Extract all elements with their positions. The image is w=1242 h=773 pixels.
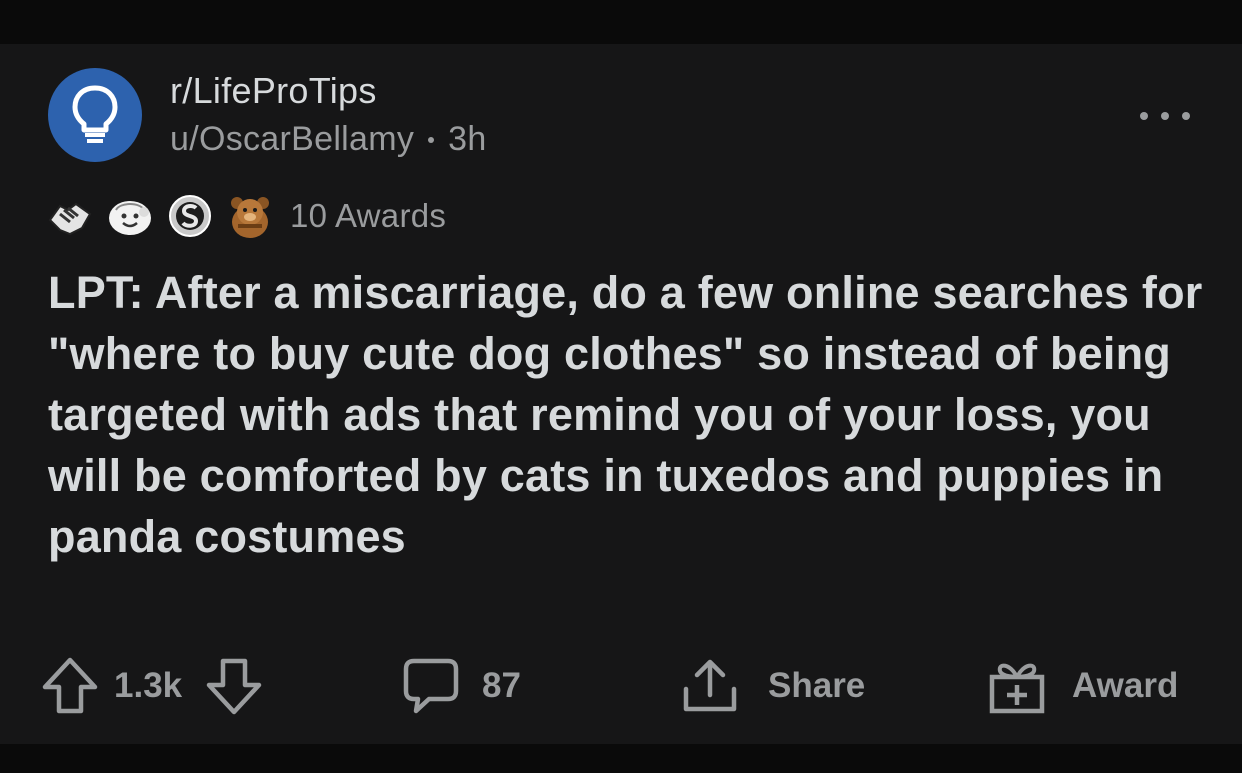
subreddit-avatar[interactable] [48,68,142,162]
share-button[interactable]: Share [680,644,865,728]
vote-bar: 1.3k [40,644,264,728]
comment-bubble-icon [403,658,459,714]
awards-row[interactable]: 10 Awards [46,190,446,242]
wholesome-award-icon [109,201,151,235]
comments-button[interactable]: 87 [402,644,521,728]
lightbulb-icon [72,85,118,143]
upvote-arrow-icon[interactable] [40,655,100,717]
separator-dot [428,136,435,143]
subreddit-name[interactable]: r/LifeProTips [170,70,377,112]
share-icon [683,659,737,712]
comment-count: 87 [482,666,521,705]
handshake-award-icon [48,202,92,236]
post-title[interactable]: LPT: After a miscarriage, do a few onlin… [48,262,1208,567]
silver-award-icon [169,195,211,237]
vote-count: 1.3k [114,666,183,705]
bear-award-icon [231,197,269,238]
award-button[interactable]: Award [988,644,1178,728]
author-name[interactable]: u/OscarBellamy [170,120,414,159]
downvote-arrow-icon[interactable] [204,655,264,717]
page: r/LifeProTips u/OscarBellamy 3h 10 Award… [0,0,1242,773]
more-options-icon-dot [1182,112,1190,120]
more-options-icon [1140,112,1148,120]
more-options-icon-dot [1161,112,1169,120]
more-options-button[interactable] [1140,106,1190,126]
post-age: 3h [448,120,487,158]
post-card[interactable]: r/LifeProTips u/OscarBellamy 3h 10 Award… [0,44,1242,744]
awards-count: 10 Awards [290,197,447,234]
gift-icon [989,663,1045,714]
share-label: Share [768,666,866,705]
post-meta: u/OscarBellamy 3h [170,120,487,159]
award-label: Award [1072,666,1179,705]
